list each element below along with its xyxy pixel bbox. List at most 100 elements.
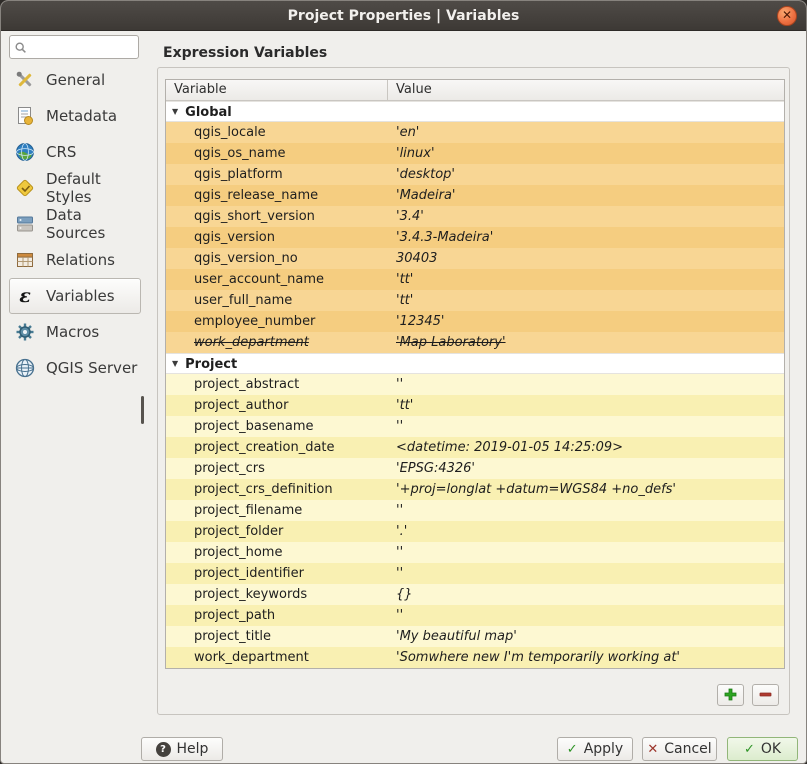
sidebar-item-crs[interactable]: CRS	[9, 134, 141, 170]
variable-name: project_crs_definition	[194, 482, 333, 497]
ok-button[interactable]: ✓ OK	[727, 737, 798, 761]
column-header-variable[interactable]: Variable	[166, 80, 388, 100]
cancel-button[interactable]: ✕ Cancel	[642, 737, 717, 761]
search-icon	[14, 40, 28, 59]
variable-row[interactable]: qgis_locale'en'	[166, 122, 784, 143]
variable-row[interactable]: project_identifier''	[166, 563, 784, 584]
expander-icon[interactable]	[172, 102, 178, 121]
titlebar[interactable]: Project Properties | Variables ✕	[1, 1, 806, 31]
variable-value: 'tt'	[396, 398, 413, 413]
variable-name: project_identifier	[194, 566, 304, 581]
ok-label: OK	[761, 741, 781, 757]
variable-name: project_basename	[194, 419, 313, 434]
variables-tree-body: Globalqgis_locale'en'qgis_os_name'linux'…	[166, 101, 784, 668]
variable-row[interactable]: qgis_short_version'3.4'	[166, 206, 784, 227]
variable-name: user_full_name	[194, 293, 292, 308]
sidebar-item-qgis-server[interactable]: QGIS Server	[9, 350, 141, 386]
remove-variable-button[interactable]	[752, 684, 779, 706]
expander-icon[interactable]	[172, 354, 178, 373]
cross-icon: ✕	[647, 742, 658, 757]
variable-row[interactable]: qgis_version'3.4.3-Madeira'	[166, 227, 784, 248]
sidebar-item-label: General	[46, 71, 105, 89]
variable-group-row[interactable]: Project	[166, 353, 784, 374]
close-button[interactable]: ✕	[777, 6, 797, 26]
variable-name: project_filename	[194, 503, 302, 518]
sidebar-item-label: Default Styles	[46, 170, 140, 206]
variable-row[interactable]: user_full_name 'tt'	[166, 290, 784, 311]
sidebar-item-default-styles[interactable]: Default Styles	[9, 170, 141, 206]
variable-row[interactable]: project_path''	[166, 605, 784, 626]
variable-name: project_crs	[194, 461, 265, 476]
sidebar-item-label: Relations	[46, 251, 115, 269]
variable-value: '3.4.3-Madeira'	[396, 230, 493, 245]
variable-row[interactable]: project_author'tt'	[166, 395, 784, 416]
help-icon: ?	[156, 742, 171, 757]
variable-row[interactable]: project_filename''	[166, 500, 784, 521]
variable-value: ''	[396, 545, 403, 560]
document-icon	[13, 104, 37, 128]
sidebar-item-label: Variables	[46, 287, 115, 305]
epsilon-icon: ε	[13, 284, 37, 308]
variable-row[interactable]: user_account_name'tt'	[166, 269, 784, 290]
variable-value: 'Madeira'	[396, 188, 456, 203]
variable-row[interactable]: qgis_release_name'Madeira'	[166, 185, 784, 206]
variable-row[interactable]: work_department'Somwhere new I'm tempora…	[166, 647, 784, 668]
sidebar-item-relations[interactable]: Relations	[9, 242, 141, 278]
variable-row[interactable]: qgis_platform'desktop'	[166, 164, 784, 185]
check-icon: ✓	[744, 742, 755, 757]
variable-name: qgis_short_version	[194, 209, 315, 224]
sidebar-item-general[interactable]: General	[9, 62, 141, 98]
sidebar-items: General Metadata	[9, 62, 141, 386]
sidebar-item-label: Data Sources	[46, 206, 140, 242]
variable-value: 'Somwhere new I'm temporarily working at…	[396, 650, 680, 665]
variable-value: 'EPSG:4326'	[396, 461, 475, 476]
variable-row[interactable]: project_basename ''	[166, 416, 784, 437]
variable-value: 'tt'	[396, 293, 413, 308]
search-input[interactable]	[32, 38, 134, 56]
apply-button[interactable]: ✓ Apply	[557, 737, 633, 761]
variable-name: project_abstract	[194, 377, 299, 392]
variable-value: 'Map Laboratory'	[396, 335, 506, 350]
layers-icon	[13, 212, 37, 236]
sidebar-scrollbar-thumb[interactable]	[141, 396, 144, 424]
variable-value: <datetime: 2019-01-05 14:25:09>	[396, 440, 623, 455]
expression-variables-groupbox: Variable Value Globalqgis_locale'en'qgis…	[157, 67, 790, 715]
sidebar-item-macros[interactable]: Macros	[9, 314, 141, 350]
plus-icon	[724, 686, 737, 705]
variable-row[interactable]: project_crs 'EPSG:4326'	[166, 458, 784, 479]
variable-value: 'linux'	[396, 146, 435, 161]
tree-header: Variable Value	[166, 80, 784, 101]
variable-row[interactable]: qgis_version_no30403	[166, 248, 784, 269]
apply-label: Apply	[584, 741, 624, 757]
column-header-value[interactable]: Value	[388, 80, 784, 100]
sidebar-item-data-sources[interactable]: Data Sources	[9, 206, 141, 242]
variable-row[interactable]: project_crs_definition'+proj=longlat +da…	[166, 479, 784, 500]
globe-icon	[13, 140, 37, 164]
help-button[interactable]: ? Help	[141, 737, 223, 761]
variable-value: ''	[396, 419, 403, 434]
sidebar-item-label: QGIS Server	[46, 359, 137, 377]
variable-row[interactable]: employee_number '12345'	[166, 311, 784, 332]
help-label: Help	[177, 741, 209, 757]
sidebar-item-variables[interactable]: ε Variables	[9, 278, 141, 314]
variable-value: '12345'	[396, 314, 445, 329]
section-title: Expression Variables	[163, 45, 327, 61]
group-name: Project	[185, 357, 237, 372]
variable-row[interactable]: project_folder'.'	[166, 521, 784, 542]
variable-name: qgis_platform	[194, 167, 283, 182]
variable-row[interactable]: project_creation_date<datetime: 2019-01-…	[166, 437, 784, 458]
variable-row[interactable]: project_home''	[166, 542, 784, 563]
variable-name: user_account_name	[194, 272, 324, 287]
sidebar-item-metadata[interactable]: Metadata	[9, 98, 141, 134]
variable-value: ''	[396, 608, 403, 623]
variable-name: project_folder	[194, 524, 283, 539]
variable-name: employee_number	[194, 314, 315, 329]
variable-row[interactable]: work_department'Map Laboratory'	[166, 332, 784, 353]
variable-row[interactable]: project_keywords{}	[166, 584, 784, 605]
project-properties-dialog: Project Properties | Variables ✕	[0, 0, 807, 764]
variable-row[interactable]: qgis_os_name'linux'	[166, 143, 784, 164]
variable-row[interactable]: project_abstract''	[166, 374, 784, 395]
variable-row[interactable]: project_title'My beautiful map'	[166, 626, 784, 647]
variable-group-row[interactable]: Global	[166, 101, 784, 122]
add-variable-button[interactable]	[717, 684, 744, 706]
